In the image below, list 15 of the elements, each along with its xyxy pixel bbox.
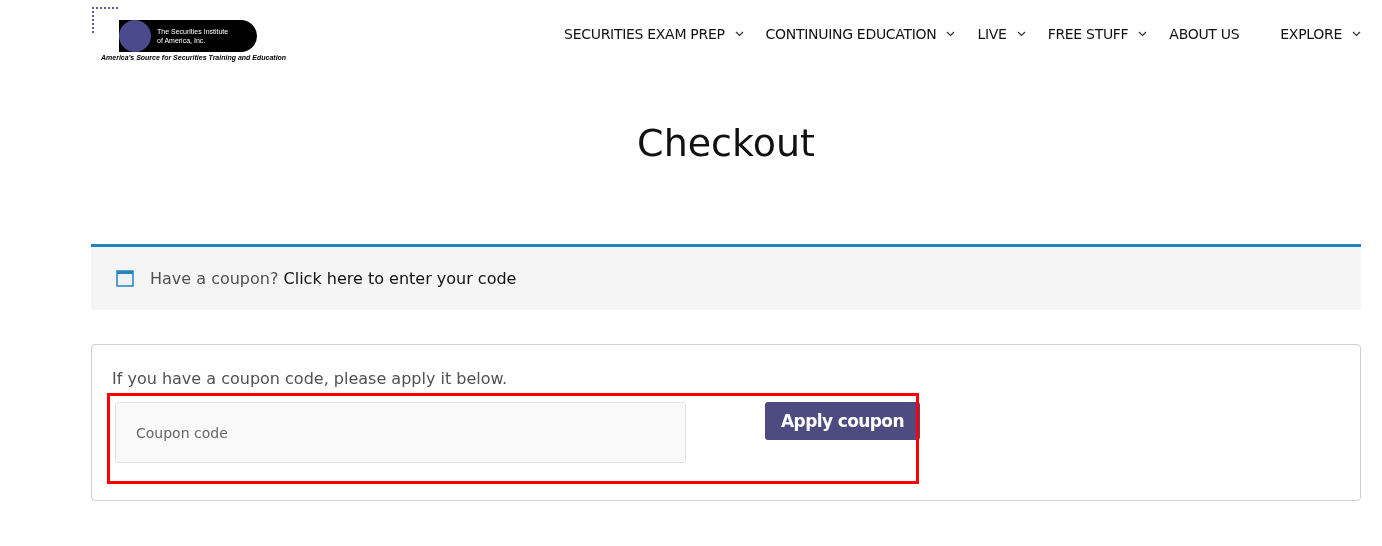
window-icon — [116, 270, 134, 287]
nav-link[interactable]: CONTINUING EDUCATION — [765, 26, 956, 42]
apply-coupon-button[interactable]: Apply coupon — [765, 402, 920, 440]
nav-link[interactable]: ABOUT US — [1169, 26, 1259, 42]
enter-code-link[interactable]: Click here to enter your code — [283, 269, 517, 288]
coupon-notice-text: Have a coupon? Click here to enter your code — [150, 269, 517, 288]
logo-dots-drawing — [91, 6, 118, 33]
nav-link[interactable]: FREE STUFF — [1047, 26, 1148, 42]
coupon-instructions: If you have a coupon code, please apply it below. — [112, 369, 509, 388]
nav-link[interactable]: EXPLORE — [1280, 26, 1361, 42]
page-title: Checkout — [636, 120, 816, 167]
nav-link[interactable]: SECURITIES EXAM PREP — [564, 26, 744, 42]
nav-link[interactable]: LIVE — [977, 26, 1026, 42]
coupon-code-field[interactable]: Coupon code — [115, 402, 686, 463]
logo-circle-drawing — [119, 20, 151, 52]
